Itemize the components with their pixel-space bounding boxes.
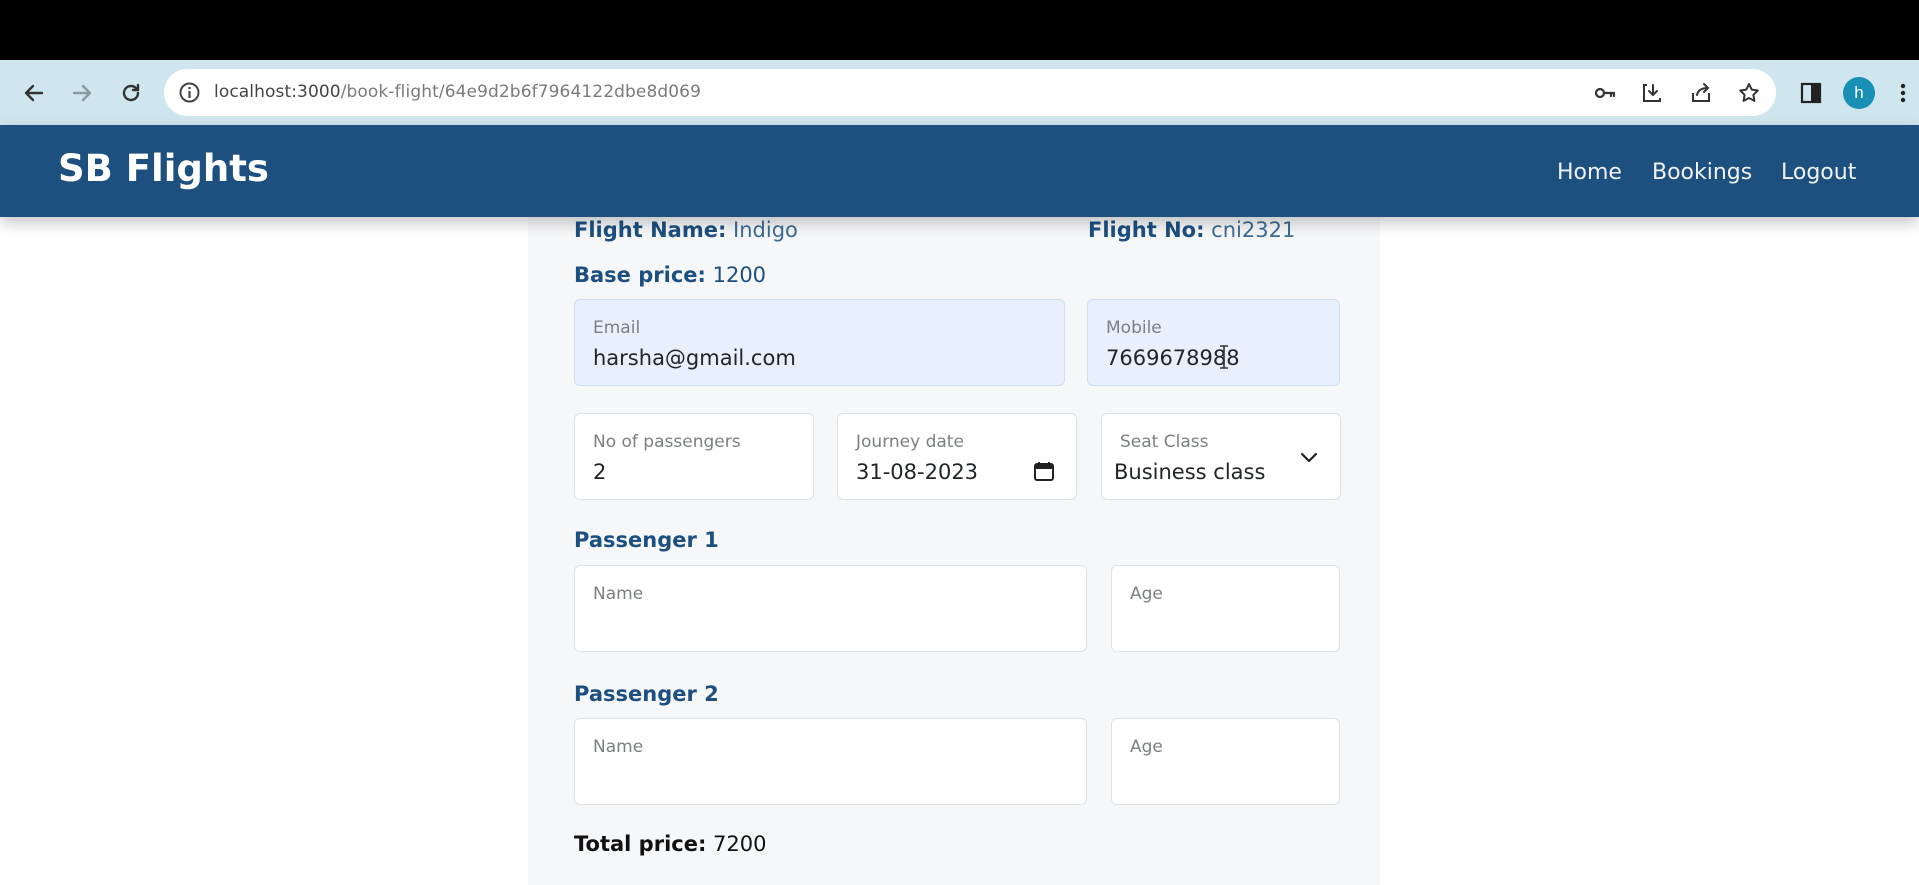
flight-number: Flight No: cni2321 [1088, 218, 1295, 242]
key-icon[interactable] [1592, 80, 1618, 106]
calendar-icon[interactable] [1033, 460, 1055, 487]
email-value[interactable]: harsha@gmail.com [593, 346, 796, 370]
passengers-count-label: No of passengers [593, 432, 741, 452]
navbar: SB Flights Home Bookings Logout [0, 125, 1919, 217]
text-cursor-icon [1218, 344, 1230, 375]
mobile-label: Mobile [1106, 318, 1162, 338]
share-icon[interactable] [1688, 80, 1714, 106]
seat-class-select[interactable]: Seat Class Business class [1101, 413, 1341, 500]
journey-date-field[interactable]: Journey date 31-08-2023 [837, 413, 1077, 500]
flight-number-value: cni2321 [1211, 218, 1296, 242]
base-price-label: Base price: [574, 263, 706, 287]
address-bar[interactable]: localhost:3000/book-flight/64e9d2b6f7964… [164, 69, 1776, 116]
passenger-2-name-field[interactable]: Name [574, 718, 1087, 805]
url-text[interactable]: localhost:3000/book-flight/64e9d2b6f7964… [214, 82, 701, 102]
passengers-count-field[interactable]: No of passengers 2 [574, 413, 814, 500]
forward-arrow-icon[interactable] [67, 78, 97, 108]
booking-form-card: Flight Name: Indigo Flight No: cni2321 B… [528, 125, 1380, 885]
passenger-1-name-label: Name [593, 584, 644, 604]
nav-logout-link[interactable]: Logout [1781, 160, 1856, 185]
nav-home-link[interactable]: Home [1557, 160, 1622, 185]
install-icon[interactable] [1639, 80, 1665, 106]
journey-date-value[interactable]: 31-08-2023 [856, 460, 978, 484]
profile-avatar[interactable]: h [1843, 77, 1875, 109]
chevron-down-icon[interactable] [1300, 450, 1318, 469]
flight-number-label: Flight No: [1088, 218, 1205, 242]
passenger-2-age-field[interactable]: Age [1111, 718, 1340, 805]
passenger-1-age-field[interactable]: Age [1111, 565, 1340, 652]
passengers-count-value[interactable]: 2 [593, 460, 606, 484]
base-price-value: 1200 [712, 263, 767, 287]
base-price: Base price: 1200 [574, 263, 766, 287]
total-price: Total price: 7200 [574, 832, 767, 856]
star-icon[interactable] [1736, 80, 1762, 106]
passenger-1-age-label: Age [1130, 584, 1163, 604]
side-panel-icon[interactable] [1796, 78, 1826, 108]
total-price-value: 7200 [713, 832, 767, 856]
total-price-label: Total price: [574, 832, 707, 856]
passenger-2-heading: Passenger 2 [574, 682, 719, 706]
journey-date-label: Journey date [856, 432, 964, 452]
flight-name-value: Indigo [733, 218, 798, 242]
passenger-2-age-label: Age [1130, 737, 1163, 757]
reload-icon[interactable] [116, 78, 146, 108]
seat-class-label: Seat Class [1120, 432, 1209, 452]
url-host: localhost:3000 [214, 82, 341, 102]
mobile-field[interactable]: Mobile 7669678988 [1087, 299, 1340, 386]
browser-toolbar: localhost:3000/book-flight/64e9d2b6f7964… [0, 60, 1919, 125]
info-icon[interactable] [178, 81, 201, 104]
flight-name-label: Flight Name: [574, 218, 727, 242]
passenger-1-heading: Passenger 1 [574, 528, 719, 552]
back-arrow-icon[interactable] [19, 78, 49, 108]
flight-name: Flight Name: Indigo [574, 218, 798, 242]
passenger-2-name-label: Name [593, 737, 644, 757]
brand-logo[interactable]: SB Flights [58, 147, 269, 190]
url-path: /book-flight/64e9d2b6f7964122dbe8d069 [340, 82, 702, 102]
seat-class-value[interactable]: Business class [1114, 460, 1265, 484]
nav-bookings-link[interactable]: Bookings [1652, 160, 1752, 185]
app-viewport: SB Flights Home Bookings Logout Flight N… [0, 125, 1919, 885]
passenger-1-name-field[interactable]: Name [574, 565, 1087, 652]
email-field[interactable]: Email harsha@gmail.com [574, 299, 1065, 386]
kebab-menu-icon[interactable] [1893, 78, 1913, 108]
email-label: Email [593, 318, 641, 338]
